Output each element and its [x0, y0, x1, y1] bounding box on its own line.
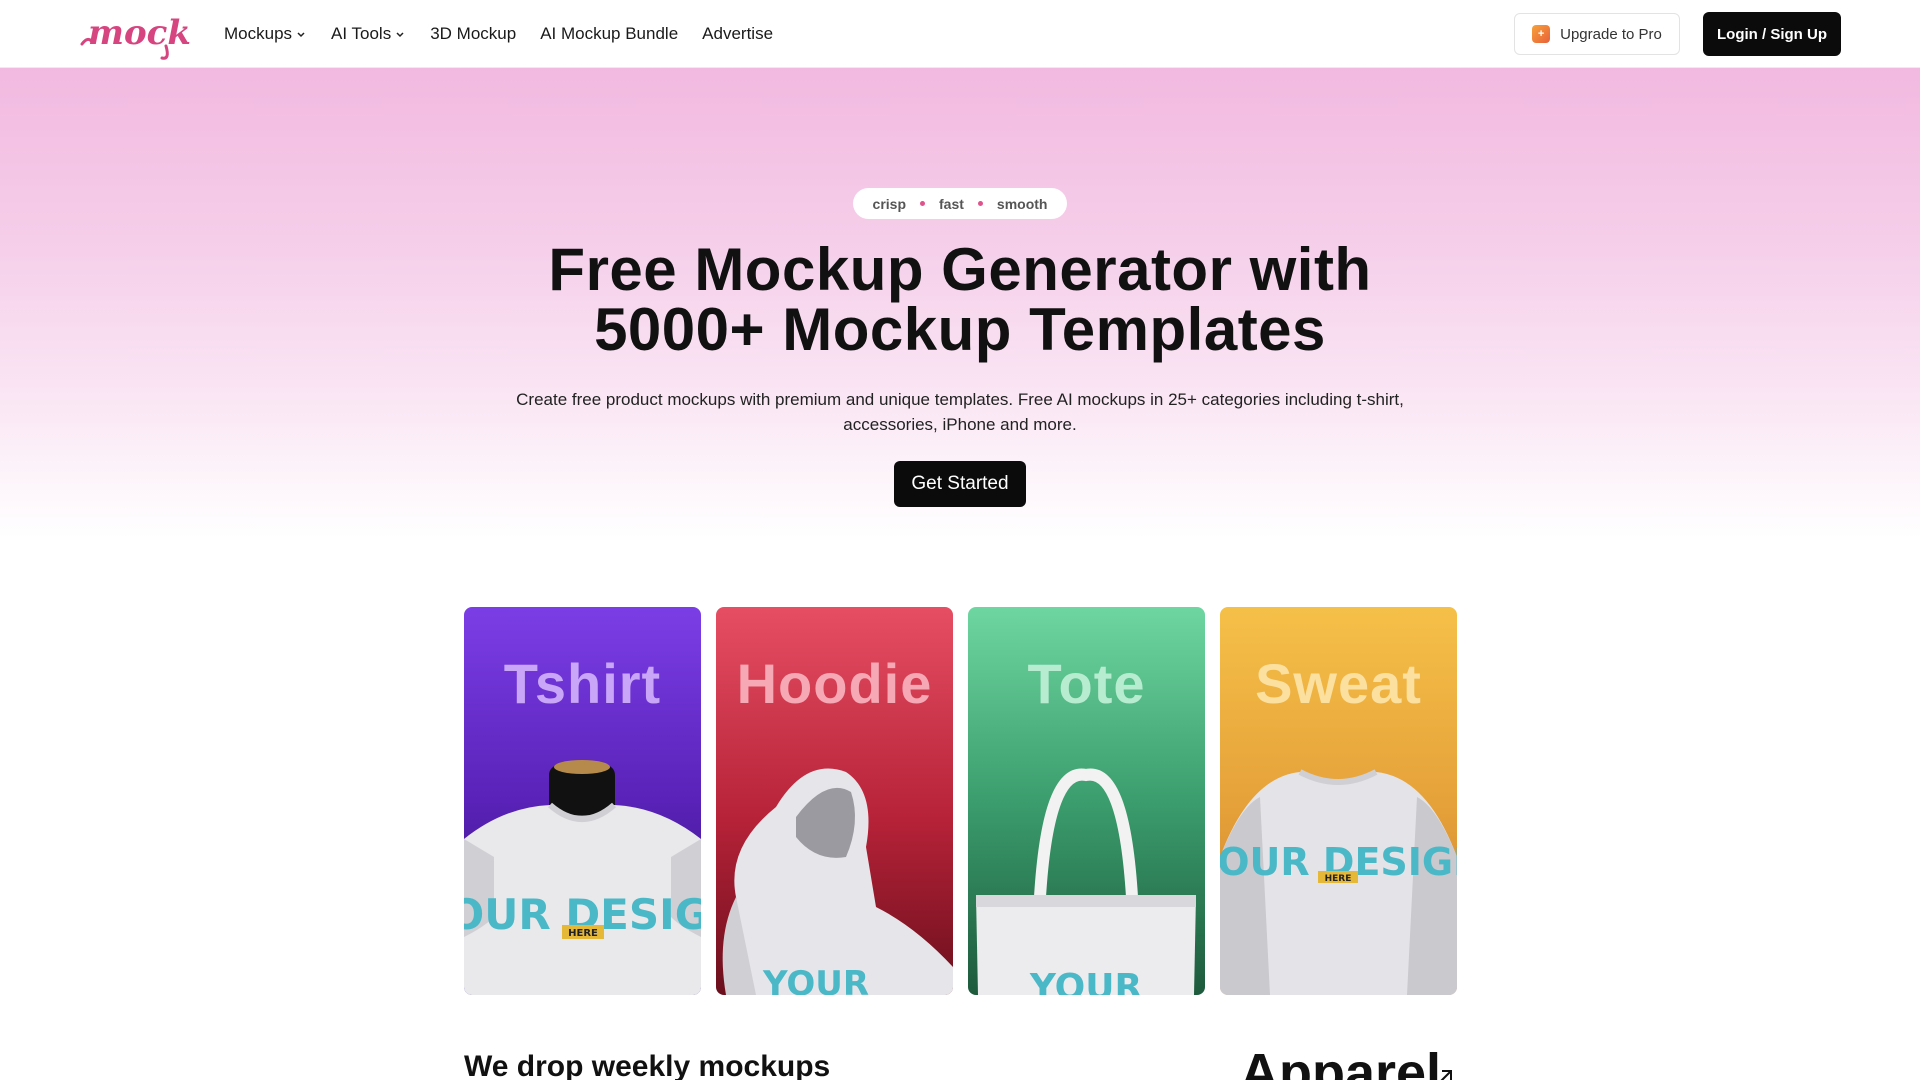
dot-separator-icon — [920, 201, 925, 206]
hero-subtext: Create free product mockups with premium… — [516, 390, 1404, 434]
svg-text:HERE: HERE — [1325, 874, 1352, 884]
pill-word: crisp — [872, 195, 906, 212]
nav-item-label: AI Tools — [331, 24, 392, 43]
pill-word: fast — [939, 195, 964, 212]
category-card-tote[interactable]: YOUR Tote — [968, 607, 1205, 995]
svg-text:HERE: HERE — [568, 928, 598, 939]
headline-line-2: 5000+ Mockup Templates — [594, 296, 1326, 363]
get-started-label: Get Started — [911, 473, 1009, 494]
category-card-hoodie[interactable]: YOUR Hoodie — [716, 607, 953, 995]
feature-pill: crisp fast smooth — [853, 188, 1067, 219]
nav-links: Mockups AI Tools 3D Mockup AI Mockup Bun… — [224, 0, 797, 68]
svg-text:mockey: mockey — [88, 13, 192, 53]
nav-item-label: AI Mockup Bundle — [540, 24, 679, 43]
nav-item-mockups[interactable]: Mockups — [224, 24, 307, 44]
mockey-logo[interactable]: mockey — [78, 6, 235, 62]
nav-item-label: 3D Mockup — [430, 24, 517, 43]
weekly-mockups-heading: We drop weekly mockups — [464, 1050, 831, 1080]
category-card-tshirt[interactable]: YOUR DESIGN HERE Tshirt — [464, 607, 701, 995]
login-signup-button[interactable]: Login / Sign Up — [1703, 12, 1841, 56]
card-title: Tshirt — [503, 652, 662, 715]
get-started-button[interactable]: Get Started — [894, 461, 1026, 507]
nav-item-ai-mockup-bundle[interactable]: AI Mockup Bundle — [540, 24, 678, 44]
pill-word: smooth — [996, 195, 1048, 212]
dot-separator-icon — [977, 201, 983, 206]
category-card-sweat[interactable]: YOUR DESIGN HERE Sweat — [1220, 607, 1457, 995]
nav-item-3d-mockup[interactable]: 3D Mockup — [430, 24, 516, 44]
headline-line-1: Free Mockup Generator with — [548, 236, 1372, 303]
nav-item-advertise[interactable]: Advertise — [702, 24, 773, 44]
login-label: Login / Sign Up — [1717, 25, 1827, 43]
upgrade-to-pro-button[interactable]: + Upgrade to Pro — [1514, 13, 1680, 55]
chevron-down-icon — [396, 32, 404, 38]
arrow-up-right-icon[interactable] — [1434, 1066, 1456, 1080]
crown-icon: + — [1532, 25, 1551, 43]
top-nav: mockey Mockups AI Tools 3D Mockup AI Moc… — [0, 0, 1920, 68]
nav-item-label: Advertise — [702, 24, 774, 43]
upgrade-label: Upgrade to Pro — [1560, 25, 1662, 43]
apparel-heading[interactable]: Apparel — [1240, 1042, 1441, 1080]
nav-item-ai-tools[interactable]: AI Tools — [331, 24, 406, 44]
card-title: Tote — [1027, 652, 1146, 715]
card-title: Hoodie — [736, 652, 933, 715]
hero-headline: Free Mockup Generator with 5000+ Mockup … — [360, 240, 1560, 360]
nav-item-label: Mockups — [224, 24, 293, 43]
card-title: Sweat — [1255, 652, 1422, 715]
chevron-down-icon — [297, 32, 305, 38]
svg-text:YOUR: YOUR — [762, 964, 869, 995]
svg-text:YOUR: YOUR — [1029, 967, 1142, 995]
